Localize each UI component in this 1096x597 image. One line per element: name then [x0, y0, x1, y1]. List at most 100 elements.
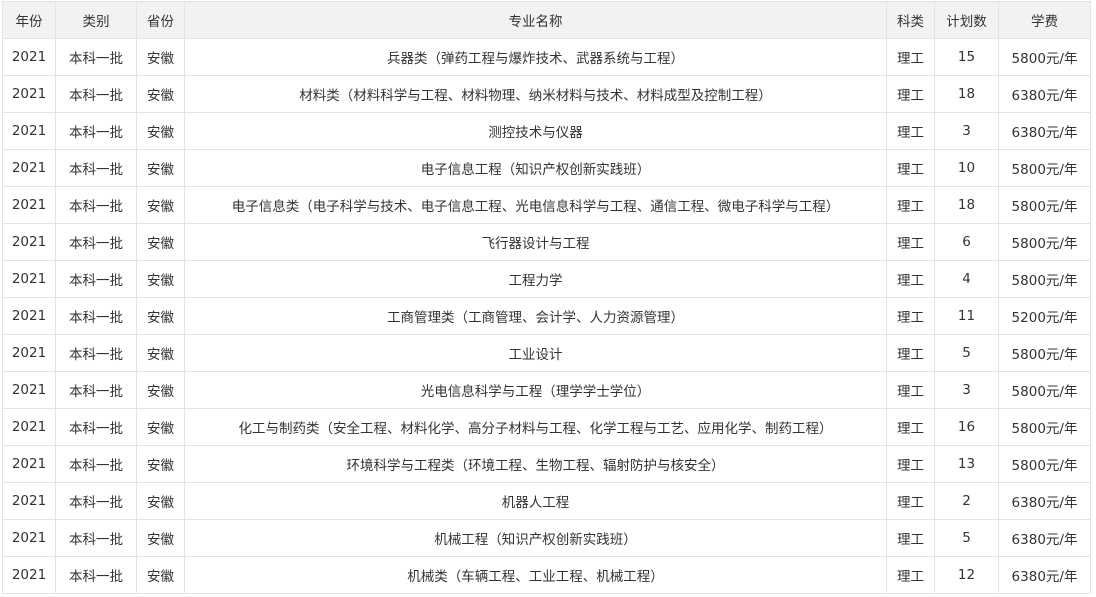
cell-category: 本科一批	[55, 482, 137, 520]
cell-category: 本科一批	[55, 297, 137, 335]
cell-year: 2021	[2, 556, 56, 594]
cell-tuition: 5800元/年	[998, 223, 1091, 261]
cell-province: 安徽	[136, 112, 185, 150]
table-row: 2021 本科一批 安徽 机械类（车辆工程、工业工程、机械工程） 理工 12 6380元/年	[2, 556, 1091, 594]
table-row: 2021 本科一批 安徽 环境科学与工程类（环境工程、生物工程、辐射防护与核安全） 理工…	[2, 445, 1091, 483]
cell-tuition: 5800元/年	[998, 334, 1091, 372]
cell-plan-count: 5	[934, 334, 999, 372]
cell-year: 2021	[2, 482, 56, 520]
cell-subject-type: 理工	[886, 482, 935, 520]
cell-year: 2021	[2, 149, 56, 187]
cell-plan-count: 6	[934, 223, 999, 261]
cell-plan-count: 18	[934, 186, 999, 224]
header-subject-type: 科类	[886, 1, 935, 39]
cell-major-name: 环境科学与工程类（环境工程、生物工程、辐射防护与核安全）	[184, 445, 887, 483]
cell-subject-type: 理工	[886, 297, 935, 335]
cell-major-name: 测控技术与仪器	[184, 112, 887, 150]
cell-category: 本科一批	[55, 519, 137, 557]
cell-tuition: 5200元/年	[998, 297, 1091, 335]
cell-province: 安徽	[136, 445, 185, 483]
table-row: 2021 本科一批 安徽 机械工程（知识产权创新实践班） 理工 5 6380元/年	[2, 519, 1091, 557]
cell-subject-type: 理工	[886, 75, 935, 113]
cell-year: 2021	[2, 186, 56, 224]
cell-category: 本科一批	[55, 260, 137, 298]
cell-plan-count: 3	[934, 112, 999, 150]
table-row: 2021 本科一批 安徽 电子信息类（电子科学与技术、电子信息工程、光电信息科学与工程…	[2, 186, 1091, 224]
cell-category: 本科一批	[55, 186, 137, 224]
cell-major-name: 工商管理类（工商管理、会计学、人力资源管理）	[184, 297, 887, 335]
cell-major-name: 机械类（车辆工程、工业工程、机械工程）	[184, 556, 887, 594]
table-row: 2021 本科一批 安徽 飞行器设计与工程 理工 6 5800元/年	[2, 223, 1091, 261]
cell-plan-count: 4	[934, 260, 999, 298]
cell-category: 本科一批	[55, 112, 137, 150]
cell-subject-type: 理工	[886, 186, 935, 224]
cell-province: 安徽	[136, 186, 185, 224]
cell-subject-type: 理工	[886, 334, 935, 372]
cell-tuition: 5800元/年	[998, 260, 1091, 298]
cell-year: 2021	[2, 112, 56, 150]
cell-year: 2021	[2, 408, 56, 446]
cell-tuition: 6380元/年	[998, 556, 1091, 594]
cell-major-name: 兵器类（弹药工程与爆炸技术、武器系统与工程）	[184, 38, 887, 76]
cell-tuition: 5800元/年	[998, 371, 1091, 409]
cell-category: 本科一批	[55, 408, 137, 446]
cell-plan-count: 10	[934, 149, 999, 187]
table-row: 2021 本科一批 安徽 工商管理类（工商管理、会计学、人力资源管理） 理工 11 5200…	[2, 297, 1091, 335]
cell-year: 2021	[2, 519, 56, 557]
header-year: 年份	[2, 1, 56, 39]
cell-province: 安徽	[136, 38, 185, 76]
cell-plan-count: 5	[934, 519, 999, 557]
cell-year: 2021	[2, 445, 56, 483]
cell-tuition: 6380元/年	[998, 482, 1091, 520]
cell-category: 本科一批	[55, 334, 137, 372]
cell-major-name: 电子信息类（电子科学与技术、电子信息工程、光电信息科学与工程、通信工程、微电子科…	[184, 186, 887, 224]
table-row: 2021 本科一批 安徽 兵器类（弹药工程与爆炸技术、武器系统与工程） 理工 15 5800…	[2, 38, 1091, 76]
cell-year: 2021	[2, 334, 56, 372]
cell-subject-type: 理工	[886, 223, 935, 261]
header-major-name: 专业名称	[184, 1, 887, 39]
table-row: 2021 本科一批 安徽 测控技术与仪器 理工 3 6380元/年	[2, 112, 1091, 150]
cell-plan-count: 18	[934, 75, 999, 113]
cell-tuition: 5800元/年	[998, 445, 1091, 483]
cell-major-name: 机器人工程	[184, 482, 887, 520]
cell-subject-type: 理工	[886, 556, 935, 594]
cell-year: 2021	[2, 38, 56, 76]
cell-major-name: 机械工程（知识产权创新实践班）	[184, 519, 887, 557]
cell-province: 安徽	[136, 482, 185, 520]
cell-plan-count: 15	[934, 38, 999, 76]
cell-plan-count: 2	[934, 482, 999, 520]
cell-major-name: 化工与制药类（安全工程、材料化学、高分子材料与工程、化学工程与工艺、应用化学、制…	[184, 408, 887, 446]
cell-year: 2021	[2, 260, 56, 298]
cell-plan-count: 3	[934, 371, 999, 409]
cell-province: 安徽	[136, 149, 185, 187]
cell-subject-type: 理工	[886, 371, 935, 409]
cell-tuition: 5800元/年	[998, 186, 1091, 224]
table-row: 2021 本科一批 安徽 工业设计 理工 5 5800元/年	[2, 334, 1091, 372]
cell-plan-count: 12	[934, 556, 999, 594]
cell-major-name: 电子信息工程（知识产权创新实践班）	[184, 149, 887, 187]
header-tuition: 学费	[998, 1, 1091, 39]
header-row: 年份 类别 省份 专业名称 科类 计划数 学费	[2, 1, 1091, 39]
header-province: 省份	[136, 1, 185, 39]
cell-major-name: 材料类（材料科学与工程、材料物理、纳米材料与技术、材料成型及控制工程）	[184, 75, 887, 113]
table-row: 2021 本科一批 安徽 电子信息工程（知识产权创新实践班） 理工 10 5800元/年	[2, 149, 1091, 187]
cell-category: 本科一批	[55, 371, 137, 409]
cell-category: 本科一批	[55, 38, 137, 76]
cell-province: 安徽	[136, 519, 185, 557]
cell-subject-type: 理工	[886, 519, 935, 557]
cell-year: 2021	[2, 223, 56, 261]
table-row: 2021 本科一批 安徽 机器人工程 理工 2 6380元/年	[2, 482, 1091, 520]
table-row: 2021 本科一批 安徽 材料类（材料科学与工程、材料物理、纳米材料与技术、材料成型及…	[2, 75, 1091, 113]
cell-province: 安徽	[136, 260, 185, 298]
cell-major-name: 光电信息科学与工程（理学学士学位）	[184, 371, 887, 409]
cell-tuition: 6380元/年	[998, 112, 1091, 150]
cell-category: 本科一批	[55, 149, 137, 187]
cell-category: 本科一批	[55, 556, 137, 594]
cell-category: 本科一批	[55, 223, 137, 261]
cell-province: 安徽	[136, 297, 185, 335]
cell-major-name: 飞行器设计与工程	[184, 223, 887, 261]
table-row: 2021 本科一批 安徽 化工与制药类（安全工程、材料化学、高分子材料与工程、化学工程…	[2, 408, 1091, 446]
cell-year: 2021	[2, 371, 56, 409]
header-category: 类别	[55, 1, 137, 39]
cell-plan-count: 13	[934, 445, 999, 483]
